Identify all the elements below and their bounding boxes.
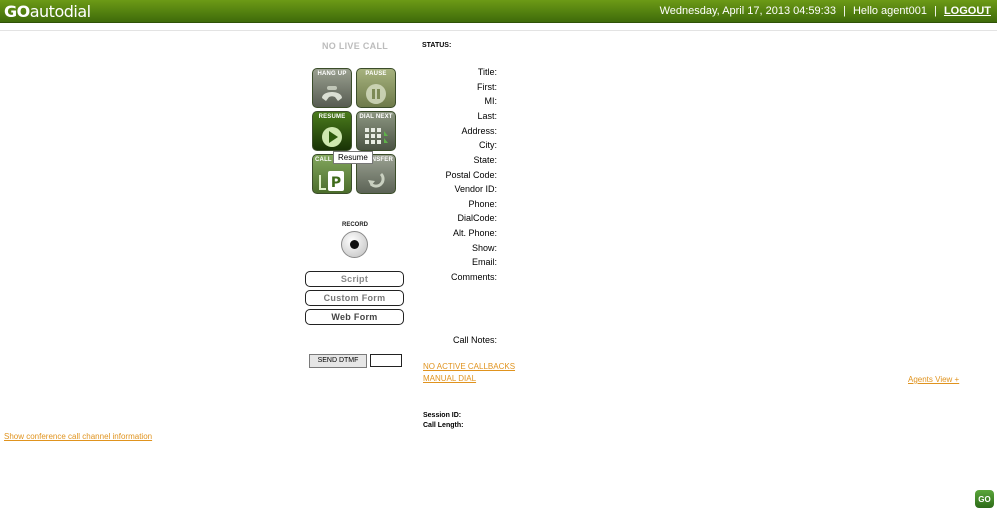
field-call-notes-label: Call Notes: <box>452 335 497 345</box>
dialpad-icon <box>357 124 395 150</box>
datetime-display: Wednesday, April 17, 2013 04:59:33 <box>659 5 836 17</box>
dtmf-input[interactable] <box>370 354 402 367</box>
conference-info-link[interactable]: Show conference call channel information <box>4 432 152 441</box>
greeting: Hello agent001 <box>852 5 927 17</box>
web-form-button[interactable]: Web Form <box>305 309 404 325</box>
field-phone-label: Phone: <box>468 199 497 209</box>
script-button[interactable]: Script <box>305 271 404 287</box>
hangup-button[interactable]: HANG UP <box>312 68 352 108</box>
field-first-label: First: <box>477 82 497 92</box>
field-dialcode-label: DialCode: <box>457 213 497 223</box>
record-icon <box>350 240 359 249</box>
divider <box>0 30 997 31</box>
custom-form-button[interactable]: Custom Form <box>305 290 404 306</box>
separator: | <box>934 5 937 17</box>
logout-link[interactable]: LOGOUT <box>944 5 991 17</box>
separator: | <box>843 5 846 17</box>
field-postal-label: Postal Code: <box>445 170 497 180</box>
field-title-label: Title: <box>477 67 497 77</box>
record-label: RECORD <box>341 222 368 228</box>
field-state-label: State: <box>473 155 497 165</box>
pause-button[interactable]: PAUSE <box>356 68 396 108</box>
live-call-status: NO LIVE CALL <box>321 41 389 51</box>
top-bar: GOautodial Wednesday, April 17, 2013 04:… <box>0 0 997 23</box>
park-icon: P <box>313 167 351 193</box>
play-icon <box>313 124 351 150</box>
record-button[interactable] <box>341 231 368 258</box>
status-label: STATUS: <box>422 42 452 49</box>
dial-next-button[interactable]: DIAL NEXT <box>356 111 396 151</box>
agents-view-link[interactable]: Agents View + <box>908 375 959 384</box>
field-comments-label: Comments: <box>450 272 497 282</box>
transfer-arrow-icon <box>357 167 395 193</box>
resume-button[interactable]: RESUME <box>312 111 352 151</box>
phone-handset-icon <box>313 81 351 107</box>
field-address-label: Address: <box>461 126 497 136</box>
field-email-label: Email: <box>471 257 497 267</box>
callbacks-link[interactable]: NO ACTIVE CALLBACKS <box>423 362 515 371</box>
resume-tooltip: Resume <box>333 151 373 164</box>
goautodial-logo: GOautodial <box>4 2 91 21</box>
svg-text:P: P <box>331 175 341 191</box>
go-logo-badge[interactable]: GO <box>975 490 994 508</box>
field-show-label: Show: <box>471 243 497 253</box>
field-alt-phone-label: Alt. Phone: <box>452 228 497 238</box>
field-mi-label: MI: <box>484 96 498 106</box>
manual-dial-link[interactable]: MANUAL DIAL <box>423 374 476 383</box>
field-vendor-label: Vendor ID: <box>454 184 497 194</box>
pause-icon <box>357 81 395 107</box>
agent-page: GOautodial Wednesday, April 17, 2013 04:… <box>0 0 997 512</box>
field-city-label: City: <box>479 140 497 150</box>
field-last-label: Last: <box>477 111 497 121</box>
send-dtmf-button[interactable]: SEND DTMF <box>309 354 367 368</box>
session-id-label: Session ID: <box>423 412 462 419</box>
header-info: Wednesday, April 17, 2013 04:59:33 | Hel… <box>660 5 991 17</box>
call-length-label: Call Length: <box>423 422 464 429</box>
